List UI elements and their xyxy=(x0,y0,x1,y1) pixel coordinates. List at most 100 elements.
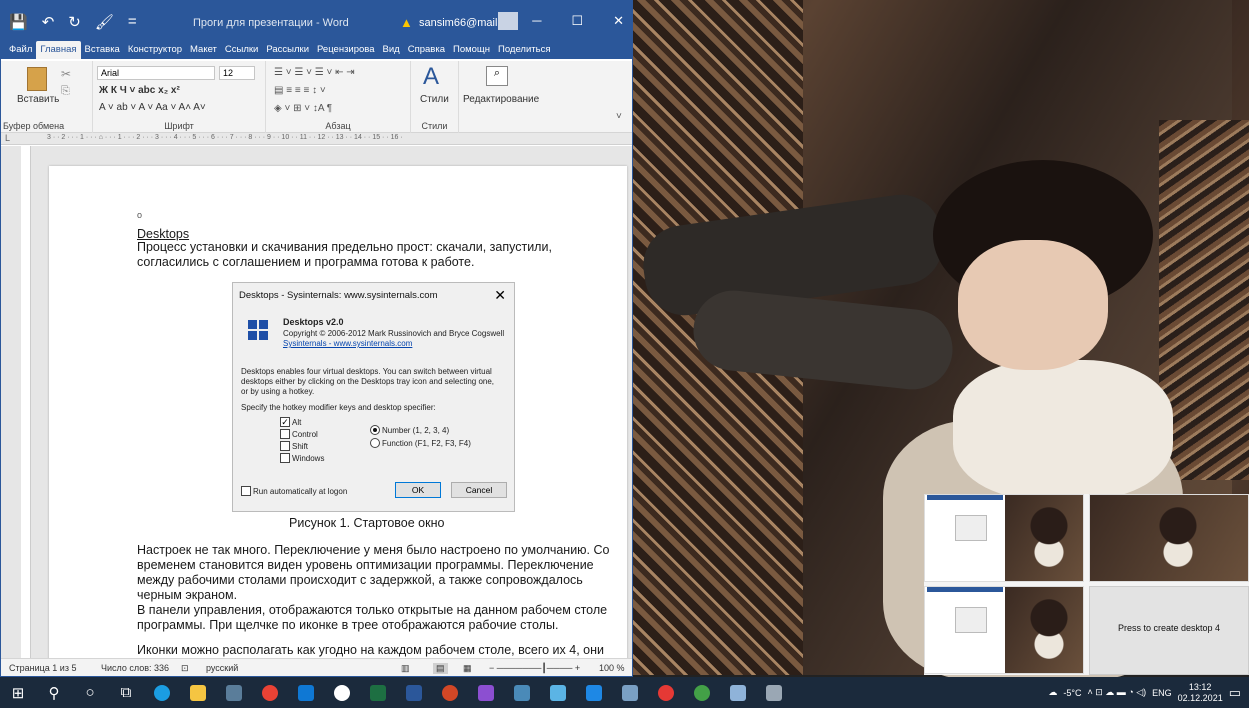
customize-qat-icon[interactable]: = xyxy=(128,13,137,31)
tab-help[interactable]: Справка xyxy=(404,41,449,59)
input-language[interactable]: ENG xyxy=(1152,688,1172,698)
print-layout-icon[interactable]: ▤ xyxy=(433,663,448,674)
font-group: Arial 12 Ж К Ч ˅ abc x₂ x² A ˅ ab ˅ A ˅ … xyxy=(93,61,266,133)
function-label: Function (F1, F2, F3, F4) xyxy=(382,439,471,448)
font-name-select[interactable]: Arial xyxy=(97,66,215,80)
file-explorer-icon[interactable] xyxy=(180,677,216,708)
redo-icon[interactable]: ↻ xyxy=(68,13,81,31)
number-label: Number (1, 2, 3, 4) xyxy=(382,426,450,435)
app-icon-green[interactable] xyxy=(684,677,720,708)
tab-insert[interactable]: Вставка xyxy=(81,41,124,59)
tab-tell-me[interactable]: Помощн xyxy=(449,41,494,59)
save-icon[interactable]: 💾 xyxy=(9,13,28,31)
tab-references[interactable]: Ссылки xyxy=(221,41,262,59)
zoom-slider[interactable]: − ───────┃──── + xyxy=(489,663,580,674)
styles-icon[interactable]: A xyxy=(423,63,439,91)
align-buttons[interactable]: ▤ ≡ ≡ ≡ ↕ ˅ xyxy=(274,85,326,96)
word-count[interactable]: Число слов: 336 xyxy=(101,663,169,673)
styles-button[interactable]: Стили xyxy=(420,94,449,105)
font-format-buttons[interactable]: Ж К Ч ˅ abc x₂ x² xyxy=(99,85,180,96)
word-window[interactable]: 💾 ↶ ↻ 🖌 = Проги для презентации - Word ▲… xyxy=(0,0,633,677)
task-view-icon[interactable]: ⧉ xyxy=(108,677,144,708)
tab-share[interactable]: Поделиться xyxy=(494,41,554,59)
edge-icon[interactable] xyxy=(144,677,180,708)
store-icon[interactable] xyxy=(216,677,252,708)
document-page[interactable]: o Desktops Процесс установки и скачивани… xyxy=(49,166,627,658)
desktop-2-preview[interactable] xyxy=(1089,494,1249,582)
tab-stop-icon[interactable]: L xyxy=(5,133,10,143)
shading-buttons[interactable]: ◈ ˅ ⊞ ˅ ↕A ¶ xyxy=(274,103,332,114)
undo-icon[interactable]: ↶ xyxy=(42,13,55,31)
notifications-icon[interactable]: ▭ xyxy=(1229,685,1241,701)
format-painter-icon[interactable]: 🖌 xyxy=(95,13,114,31)
paint-icon[interactable] xyxy=(504,677,540,708)
search-icon[interactable]: ⌕ xyxy=(486,66,508,86)
dialog-close-icon: ✕ xyxy=(494,287,506,303)
document-area[interactable]: o Desktops Процесс установки и скачивани… xyxy=(1,146,632,658)
editing-button[interactable]: Редактирование xyxy=(463,94,539,105)
tab-design[interactable]: Конструктор xyxy=(124,41,186,59)
web-layout-icon[interactable]: ▦ xyxy=(463,663,472,674)
page-count[interactable]: Страница 1 из 5 xyxy=(9,663,76,673)
tab-home[interactable]: Главная xyxy=(36,41,81,59)
app-icon-feather[interactable] xyxy=(756,677,792,708)
visual-studio-icon[interactable] xyxy=(468,677,504,708)
word-icon[interactable] xyxy=(396,677,432,708)
paste-button[interactable]: Вставить xyxy=(17,94,59,105)
read-mode-icon[interactable]: ▥ xyxy=(401,663,410,674)
paste-icon[interactable] xyxy=(27,67,47,91)
desktop-1-preview[interactable] xyxy=(924,494,1084,582)
account-email[interactable]: sansim66@mail.ru xyxy=(419,17,510,29)
cut-icon[interactable]: ✂ xyxy=(61,67,71,81)
function-radio xyxy=(370,438,380,448)
number-radio xyxy=(370,425,380,435)
cortana-icon[interactable]: ○ xyxy=(72,677,108,708)
language[interactable]: русский xyxy=(206,663,238,673)
clipboard-group: Вставить ✂ ⎘ Буфер обмена xyxy=(1,61,93,133)
maximize-button[interactable]: ☐ xyxy=(571,13,583,29)
desktop-3-preview[interactable] xyxy=(924,586,1084,674)
weather-icon[interactable]: ☁ xyxy=(1048,687,1057,698)
search-icon[interactable]: ⚲ xyxy=(36,677,72,708)
clock[interactable]: 13:12 02.12.2021 xyxy=(1178,682,1223,704)
excel-icon[interactable] xyxy=(360,677,396,708)
photos-icon[interactable] xyxy=(540,677,576,708)
avatar[interactable] xyxy=(498,12,518,30)
windows-label: Windows xyxy=(292,454,325,463)
control-checkbox xyxy=(280,429,290,439)
mail-icon[interactable] xyxy=(288,677,324,708)
chrome-icon[interactable] xyxy=(252,677,288,708)
app-icon-pencil[interactable] xyxy=(720,677,756,708)
doc-paragraph-4: Иконки можно располагать как угодно на к… xyxy=(137,643,604,657)
styles-label: Стили xyxy=(421,121,448,131)
close-button[interactable]: ✕ xyxy=(613,13,624,29)
app-icon-a[interactable] xyxy=(576,677,612,708)
tray-icons[interactable]: ˄ ⊡ ☁ ▬ ◔ ◁) xyxy=(1087,687,1146,698)
ribbon-tabs: Файл Главная Вставка Конструктор Макет С… xyxy=(1,39,632,59)
horizontal-ruler[interactable]: L 3 · · 2 · · · 1 · · · ⌂ · · · 1 · · · … xyxy=(1,133,632,145)
warning-icon[interactable]: ▲ xyxy=(400,15,413,30)
control-label: Control xyxy=(292,430,318,439)
tab-mailings[interactable]: Рассылки xyxy=(262,41,313,59)
app-icon-image[interactable] xyxy=(612,677,648,708)
dialog-app-name: Desktops v2.0 xyxy=(283,317,344,327)
weather-temp[interactable]: -5°C xyxy=(1063,688,1081,698)
collapse-ribbon-icon[interactable]: ˅ xyxy=(616,111,622,122)
zoom-level[interactable]: 100 % xyxy=(599,663,625,673)
powerpoint-icon[interactable] xyxy=(432,677,468,708)
start-button[interactable]: ⊞ xyxy=(0,677,36,708)
tab-view[interactable]: Вид xyxy=(379,41,404,59)
tab-layout[interactable]: Макет xyxy=(186,41,221,59)
font-size-select[interactable]: 12 xyxy=(219,66,255,80)
create-desktop-4[interactable]: Press to create desktop 4 xyxy=(1089,586,1249,675)
copy-icon[interactable]: ⎘ xyxy=(61,85,70,98)
autorun-checkbox xyxy=(241,486,251,496)
tab-file[interactable]: Файл xyxy=(5,41,36,59)
app-icon-red[interactable] xyxy=(648,677,684,708)
tab-review[interactable]: Рецензирова xyxy=(313,41,379,59)
font-color-buttons[interactable]: A ˅ ab ˅ A ˅ Aa ˅ A˄ A˅ xyxy=(99,102,206,113)
yandex-browser-icon[interactable] xyxy=(324,677,360,708)
minimize-button[interactable]: ─ xyxy=(532,13,541,29)
list-buttons[interactable]: ☰ ˅ ☰ ˅ ☰ ˅ ⇤ ⇥ xyxy=(274,67,355,78)
proofing-icon[interactable]: ⊡ xyxy=(181,663,189,674)
